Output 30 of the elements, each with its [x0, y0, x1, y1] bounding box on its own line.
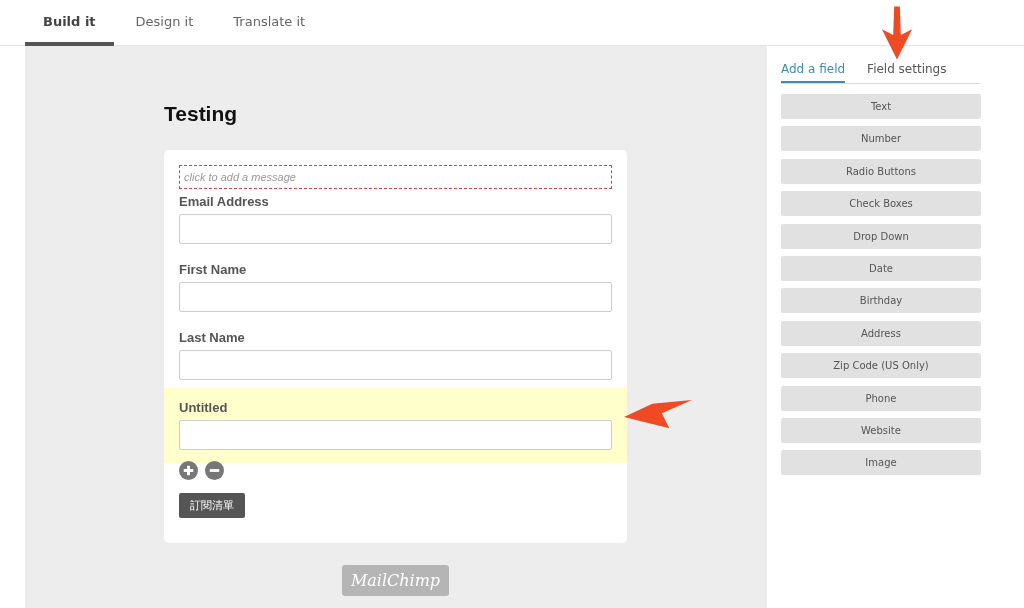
input-field[interactable]	[179, 214, 612, 244]
submit-button[interactable]: 訂閱清單	[179, 493, 245, 518]
annotation-arrow	[880, 6, 914, 60]
field-type-button[interactable]: Drop Down	[781, 223, 981, 249]
field-type-button[interactable]: Phone	[781, 385, 981, 411]
field-type-button[interactable]: Radio Buttons	[781, 158, 981, 184]
remove-icon[interactable]	[205, 461, 224, 480]
field-type-button[interactable]: Date	[781, 255, 981, 281]
field-type-button[interactable]: Zip Code (US Only)	[781, 353, 981, 379]
field-label: First Name	[179, 262, 248, 277]
highlighted-field[interactable]: Untitled	[164, 388, 627, 463]
field-type-button[interactable]: Address	[781, 320, 981, 346]
field-label: Untitled	[179, 400, 229, 415]
tab[interactable]: Design it	[117, 0, 212, 46]
field-type-button[interactable]: Image	[781, 450, 981, 476]
tab[interactable]: Translate it	[215, 0, 324, 46]
input-field[interactable]	[179, 420, 612, 450]
field-type-button[interactable]: Text	[781, 94, 981, 119]
panel-tab[interactable]: Field settings	[867, 58, 947, 83]
field-type-button[interactable]: Number	[781, 126, 981, 152]
field-type-button[interactable]: Website	[781, 417, 981, 443]
field-type-button[interactable]: Birthday	[781, 288, 981, 314]
field-type-button[interactable]: Check Boxes	[781, 191, 981, 217]
add-icon[interactable]	[179, 461, 198, 480]
form-title: Testing	[164, 102, 239, 127]
field-label: Email Address	[179, 194, 270, 209]
panel-tab[interactable]: Add a field	[781, 58, 846, 83]
field-label: Last Name	[179, 330, 246, 345]
input-field[interactable]	[179, 282, 612, 312]
input-field[interactable]	[179, 350, 612, 380]
